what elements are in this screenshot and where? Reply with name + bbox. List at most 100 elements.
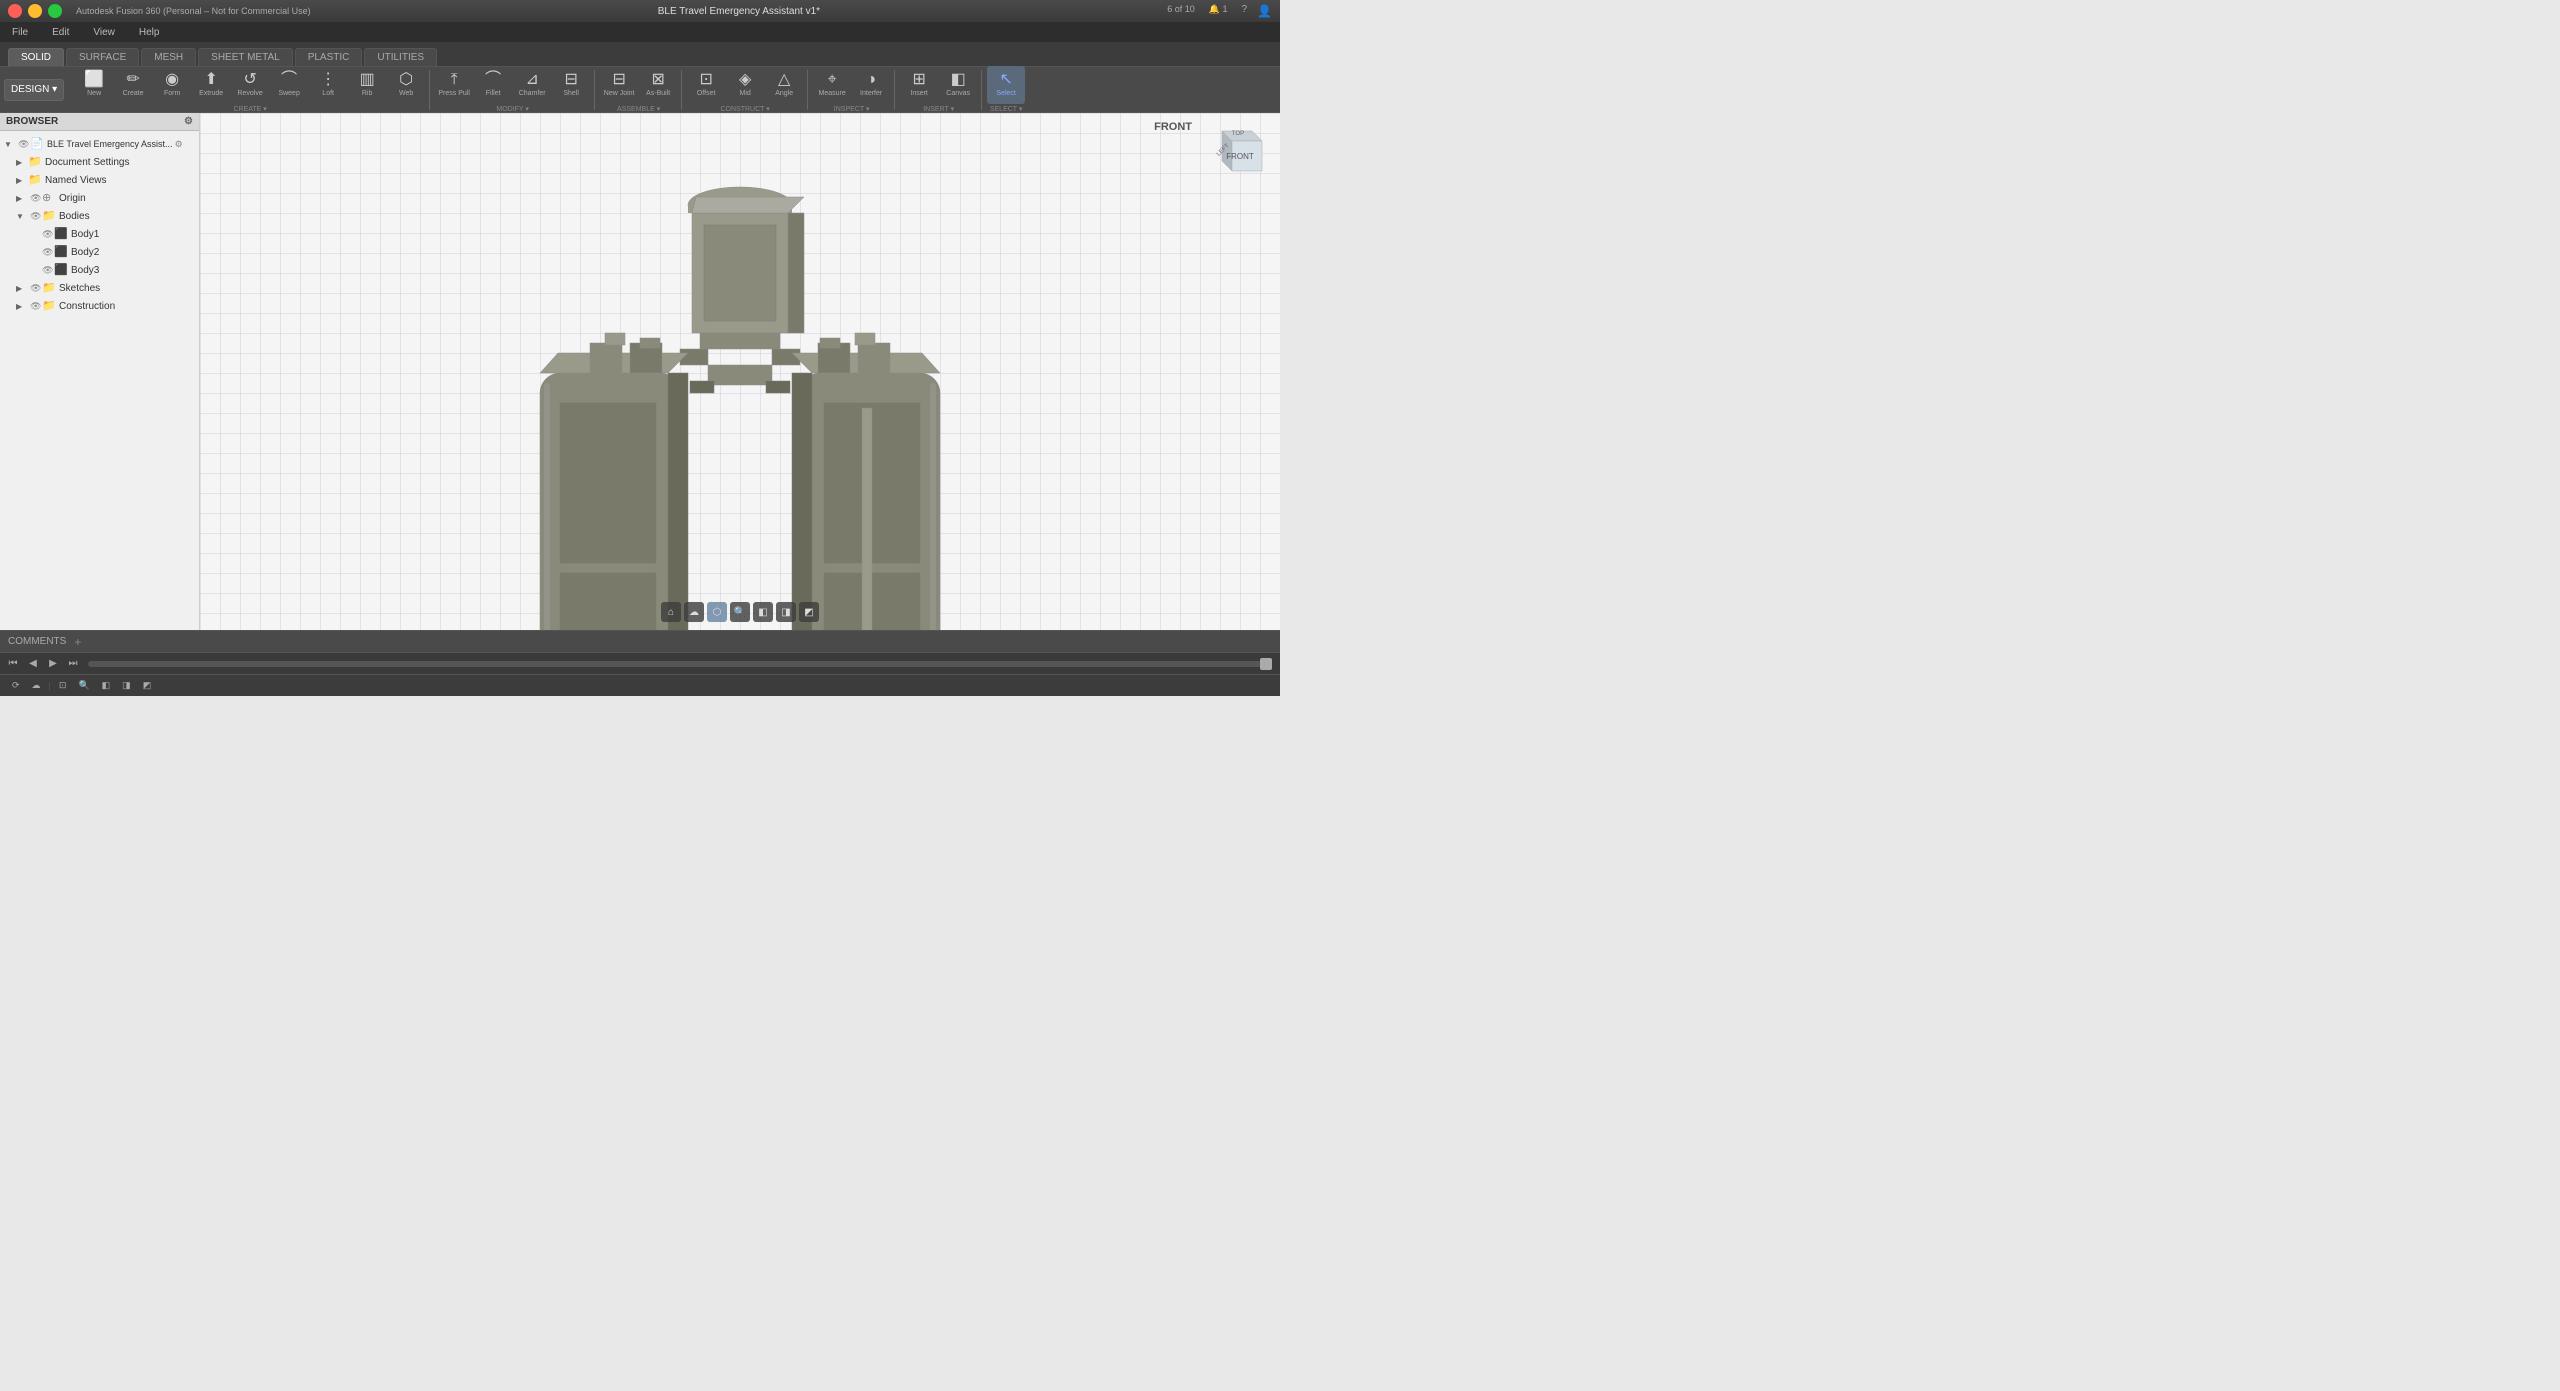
eye-sketches[interactable]: 👁 (30, 283, 42, 294)
nav-cloud-btn[interactable]: ☁ (684, 602, 704, 622)
settings-icon-root[interactable]: ⚙ (175, 139, 183, 150)
status-zoom[interactable]: 🔍 (74, 680, 93, 691)
close-button[interactable]: × (8, 4, 22, 18)
status-grid[interactable]: ⊡ (55, 680, 71, 691)
toolbar-loft[interactable]: ⋮Loft (309, 66, 347, 104)
status-display1[interactable]: ◧ (98, 680, 115, 691)
nav-wireframe-btn[interactable]: ◧ (753, 602, 773, 622)
tree-item-body2[interactable]: 👁 ⬛ Body2 (0, 243, 199, 261)
toolbar-web[interactable]: ⬡Web (387, 66, 425, 104)
comments-add-icon[interactable]: + (74, 635, 81, 649)
toolbar-extrude[interactable]: ⬆Extrude (192, 66, 230, 104)
3d-model[interactable] (500, 153, 980, 630)
menu-edit[interactable]: Edit (48, 25, 73, 40)
tree-item-bodies[interactable]: ▼ 👁 📁 Bodies (0, 207, 199, 225)
toolbar-insert-mesh[interactable]: ⊞Insert (900, 66, 938, 104)
maximize-button[interactable]: □ (48, 4, 62, 18)
status-display2[interactable]: ◨ (118, 680, 135, 691)
nav-view-cube-btn[interactable]: ⬡ (707, 602, 727, 622)
view-label-front: FRONT (1154, 121, 1192, 133)
timeline-track[interactable] (88, 661, 1272, 667)
nav-display-btn[interactable]: ◨ (776, 602, 796, 622)
alerts-badge[interactable]: 🔔 1 (1209, 4, 1228, 18)
eye-body2[interactable]: 👁 (42, 247, 54, 258)
menu-help[interactable]: Help (135, 25, 164, 40)
timeline-handle[interactable] (1260, 658, 1272, 670)
tab-solid[interactable]: SOLID (8, 48, 64, 66)
nav-environment-btn[interactable]: ◩ (799, 602, 819, 622)
toolbar-shell[interactable]: ⊟Shell (552, 66, 590, 104)
tab-plastic[interactable]: PLASTIC (295, 48, 363, 66)
toolbar-interference[interactable]: ◑Interfer (852, 66, 890, 104)
tree-item-body1[interactable]: 👁 ⬛ Body1 (0, 225, 199, 243)
folder-icon-construction: 📁 (42, 299, 56, 313)
nav-label: 6 of 10 (1167, 4, 1195, 18)
toolbar-plane-angle[interactable]: △Angle (765, 66, 803, 104)
toolbar-midplane[interactable]: ◈Mid (726, 66, 764, 104)
origin-icon: ⊕ (42, 191, 56, 205)
tree-arrow-construction: ▶ (16, 302, 28, 311)
status-cloud[interactable]: ☁ (28, 680, 45, 691)
folder-icon-sketches: 📁 (42, 281, 56, 295)
account-button[interactable]: 👤 (1257, 4, 1272, 18)
eye-bodies[interactable]: 👁 (30, 211, 42, 222)
toolbar-select[interactable]: ↖Select (987, 66, 1025, 104)
toolbar-offset-plane[interactable]: ⊡Offset (687, 66, 725, 104)
eye-root[interactable]: 👁 (18, 139, 30, 150)
browser-settings-icon[interactable]: ⚙ (184, 116, 193, 127)
tab-surface[interactable]: SURFACE (66, 48, 139, 66)
tab-mesh[interactable]: MESH (141, 48, 196, 66)
toolbar-group-inspect: ⌖Measure ◑Interfer INSPECT ▾ (809, 70, 895, 110)
viewcube[interactable]: FRONT LEFT TOP (1202, 121, 1272, 191)
toolbar-group-insert: ⊞Insert ◧Canvas INSERT ▾ (896, 70, 982, 110)
toolbar-sweep[interactable]: ⌒Sweep (270, 66, 308, 104)
tree-item-body3[interactable]: 👁 ⬛ Body3 (0, 261, 199, 279)
toolbar-fillet[interactable]: ⌒Fillet (474, 66, 512, 104)
nav-zoom-btn[interactable]: 🔍 (730, 602, 750, 622)
minimize-button[interactable]: – (28, 4, 42, 18)
toolbar-attach-canvas[interactable]: ◧Canvas (939, 66, 977, 104)
toolbar-revolve[interactable]: ↺Revolve (231, 66, 269, 104)
toolbar-rib[interactable]: ▥Rib (348, 66, 386, 104)
tree-item-sketches[interactable]: ▶ 👁 📁 Sketches (0, 279, 199, 297)
eye-body3[interactable]: 👁 (42, 265, 54, 276)
tab-utilities[interactable]: UTILITIES (364, 48, 437, 66)
timeline-prev-btn[interactable]: ◀ (24, 655, 42, 673)
titlebar-left: × – □ Autodesk Fusion 360 (Personal – No… (8, 4, 311, 18)
tree-item-construction[interactable]: ▶ 👁 📁 Construction (0, 297, 199, 315)
svg-text:FRONT: FRONT (1226, 152, 1254, 161)
nav-home-btn[interactable]: ⌂ (661, 602, 681, 622)
menu-file[interactable]: File (8, 25, 32, 40)
toolbar-measure[interactable]: ⌖Measure (813, 66, 851, 104)
eye-origin[interactable]: 👁 (30, 193, 42, 204)
design-dropdown[interactable]: DESIGN ▾ (4, 79, 64, 101)
toolbar-create-sketch[interactable]: ✏Create (114, 66, 152, 104)
eye-construction[interactable]: 👁 (30, 301, 42, 312)
toolbar-chamfer[interactable]: ⊿Chamfer (513, 66, 551, 104)
toolbar-area: SOLID SURFACE MESH SHEET METAL PLASTIC U… (0, 42, 1280, 113)
tree-item-origin[interactable]: ▶ 👁 ⊕ Origin (0, 189, 199, 207)
timeline-end-btn[interactable]: ⏭ (64, 655, 82, 673)
help-button[interactable]: ? (1241, 4, 1247, 18)
tree-item-root[interactable]: ▼ 👁 📄 BLE Travel Emergency Assist... ⚙ (0, 135, 199, 153)
viewport[interactable]: FRONT LEFT TOP FRONT (200, 113, 1280, 630)
menu-view[interactable]: View (89, 25, 119, 40)
tree-item-doc-settings[interactable]: ▶ 📁 Document Settings (0, 153, 199, 171)
tree-item-named-views[interactable]: ▶ 📁 Named Views (0, 171, 199, 189)
status-display3[interactable]: ◩ (139, 680, 156, 691)
folder-icon-named-views: 📁 (28, 173, 42, 187)
toolbar-joint-origin[interactable]: ⊠As-Built (639, 66, 677, 104)
eye-body1[interactable]: 👁 (42, 229, 54, 240)
tree-label-sketches: Sketches (59, 283, 100, 294)
toolbar-new-component[interactable]: ⬜New (75, 66, 113, 104)
toolbar-create-form[interactable]: ◉Form (153, 66, 191, 104)
status-sync[interactable]: ⟳ (8, 680, 24, 691)
toolbar-press-pull[interactable]: ⤒Press Pull (435, 66, 473, 104)
tab-sheet-metal[interactable]: SHEET METAL (198, 48, 293, 66)
tree-label-doc-settings: Document Settings (45, 157, 130, 168)
tree-arrow-named-views: ▶ (16, 176, 28, 185)
toolbar-group-assemble: ⊟New Joint ⊠As-Built ASSEMBLE ▾ (596, 70, 682, 110)
timeline-play-btn[interactable]: ▶ (44, 655, 62, 673)
timeline-start-btn[interactable]: ⏮ (4, 655, 22, 673)
toolbar-new-joint[interactable]: ⊟New Joint (600, 66, 638, 104)
